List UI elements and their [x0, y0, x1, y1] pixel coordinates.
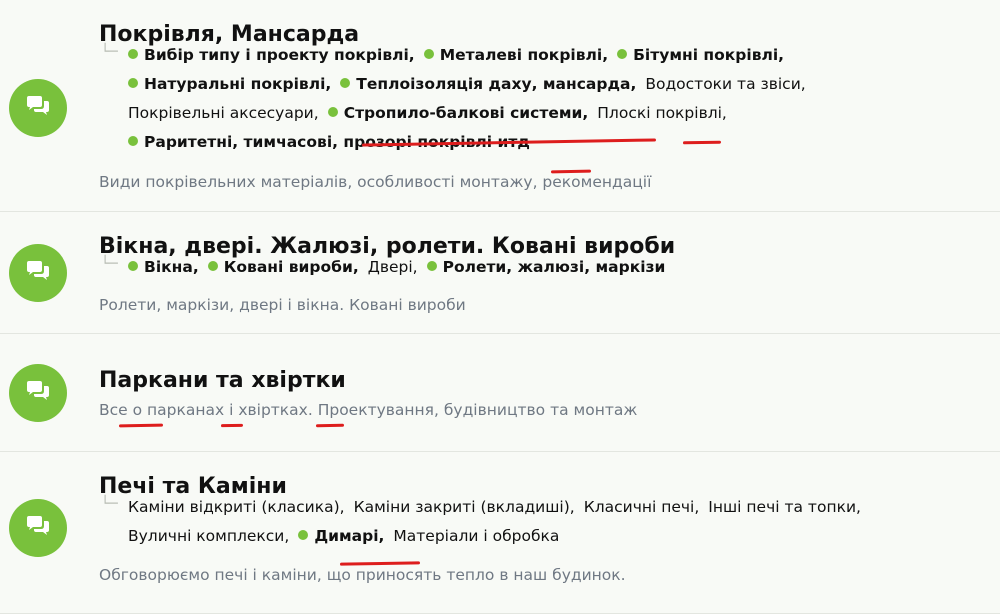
forum-description: Види покрівельних матеріалів, особливост… — [99, 173, 652, 191]
forum-list: Покрівля, Мансарда └─ Вибір типу і проекту… — [0, 0, 1000, 614]
subforum-label: Димарі, — [314, 527, 385, 545]
subforum-link[interactable]: Ролети, жалюзі, маркізи — [426, 253, 666, 282]
subforum-label: Вуличні комплекси, — [128, 527, 290, 545]
subforum-link[interactable]: Стропило-балкові системи, — [327, 99, 589, 128]
subforum-label: Ролети, жалюзі, маркізи — [442, 258, 666, 276]
subforum-label: Матеріали і обробка — [393, 527, 560, 545]
unread-dot-icon — [128, 261, 138, 271]
speech-bubbles-icon — [25, 260, 51, 286]
forum-description: Ролети, маркізи, двері і вікна. Ковані в… — [99, 296, 466, 314]
unread-dot-icon — [128, 49, 138, 59]
forum-row: Печі та Каміни └─ Каміни відкриті (класика… — [0, 452, 1000, 614]
subforum-link[interactable]: Теплоізоляція даху, мансарда, — [340, 70, 636, 99]
subforum-label: Каміни закриті (вкладиші), — [353, 498, 575, 516]
subforum-label: Теплоізоляція даху, мансарда, — [356, 75, 637, 93]
subforum-line: └─ Каміни відкриті (класика), Каміни закри… — [99, 493, 870, 522]
subforum-label: Плоскі покрівлі, — [597, 104, 727, 122]
subforum-label: Стропило-балкові системи, — [343, 104, 589, 122]
subforum-link[interactable]: Каміни відкриті (класика), — [128, 493, 345, 522]
tree-connector-icon: └─ — [101, 44, 118, 60]
subforum-link[interactable]: Плоскі покрівлі, — [597, 99, 727, 128]
subforum-label: Вікна, — [144, 258, 199, 276]
forum-title[interactable]: Паркани та хвіртки — [99, 367, 990, 395]
unread-dot-icon — [128, 78, 138, 88]
subforum-label: Вибір типу і проекту покрівлі, — [144, 46, 415, 64]
subforum-label: Бітумні покрівлі, — [633, 46, 785, 64]
forum-row: Вікна, двері. Жалюзі, ролети. Ковані вир… — [0, 212, 1000, 334]
unread-dot-icon — [617, 49, 628, 59]
subforum-label: Натуральні покрівлі, — [144, 75, 332, 93]
subforum-link[interactable]: Каміни закриті (вкладиші), — [354, 493, 575, 522]
subforum-link[interactable]: Покрівельні аксесуари, — [128, 99, 319, 128]
subforum-link[interactable]: Класичні печі, — [584, 493, 700, 522]
subforum-label: Ковані вироби, — [223, 258, 359, 276]
subforum-line: Вуличні комплекси, Димарі, Матеріали і обр… — [99, 522, 568, 551]
subforum-link[interactable]: Бітумні покрівлі, — [617, 41, 784, 70]
subforum-line: └─ Вікна, Ковані вироби, Двері, Ролети, жалю… — [99, 253, 674, 282]
unread-dot-icon — [340, 78, 351, 88]
subforum-label: Каміни відкриті (класика), — [128, 498, 345, 516]
tree-connector-icon: └─ — [101, 496, 118, 512]
red-underline-annotation — [220, 423, 244, 428]
subforum-link[interactable]: Димарі, — [298, 522, 384, 551]
subforum-link[interactable]: Матеріали і обробка — [393, 522, 559, 551]
unread-dot-icon — [298, 530, 309, 540]
subforum-link[interactable]: Вікна, — [128, 253, 199, 282]
unread-dot-icon — [207, 261, 218, 271]
subforum-link[interactable]: Вибір типу і проекту покрівлі, — [128, 41, 415, 70]
subforum-link[interactable]: Ковані вироби, — [207, 253, 359, 282]
subforum-link[interactable]: Натуральні покрівлі, — [128, 70, 331, 99]
speech-bubbles-icon — [25, 380, 51, 406]
subforum-label: Двері, — [367, 258, 418, 276]
subforum-link[interactable]: Вуличні комплекси, — [128, 522, 289, 551]
subforum-link[interactable]: Інші печі та топки, — [708, 493, 861, 522]
speech-bubbles-icon — [25, 95, 51, 121]
forum-row: Паркани та хвіртки Все о парканах і хвірт… — [0, 334, 1000, 452]
forum-avatar[interactable] — [9, 364, 67, 422]
forum-description: Все о парканах і хвіртках. Проектування,… — [99, 401, 638, 419]
subforum-label: Інші печі та топки, — [708, 498, 861, 516]
subforum-link[interactable]: Металеві покрівлі, — [423, 41, 609, 70]
subforum-line: └─ Вибір типу і проекту покрівлі, Металеві… — [99, 41, 793, 70]
subforum-label: Класичні печі, — [583, 498, 700, 516]
forum-avatar[interactable] — [9, 499, 67, 557]
unread-dot-icon — [423, 49, 434, 59]
red-underline-annotation — [315, 423, 345, 428]
subforum-link[interactable]: Двері, — [368, 253, 418, 282]
speech-bubbles-icon — [25, 515, 51, 541]
subforum-line: Натуральні покрівлі, Теплоізоляція даху, … — [99, 70, 815, 99]
subforum-label: Металеві покрівлі, — [439, 46, 609, 64]
subforum-label: Водостоки та звіси, — [645, 75, 806, 93]
forum-avatar[interactable] — [9, 79, 67, 137]
subforum-line: Покрівельні аксесуари, Стропило-балкові с… — [99, 99, 736, 128]
unread-dot-icon — [426, 261, 437, 271]
unread-dot-icon — [327, 107, 338, 117]
subforum-label: Покрівельні аксесуари, — [128, 104, 319, 122]
unread-dot-icon — [128, 136, 138, 146]
tree-connector-icon: └─ — [101, 256, 118, 272]
forum-description: Обговорюємо печі і каміни, що приносять … — [99, 566, 626, 584]
subforum-link[interactable]: Водостоки та звіси, — [645, 70, 805, 99]
forum-avatar[interactable] — [9, 244, 67, 302]
forum-row: Покрівля, Мансарда └─ Вибір типу і проекту… — [0, 0, 1000, 212]
